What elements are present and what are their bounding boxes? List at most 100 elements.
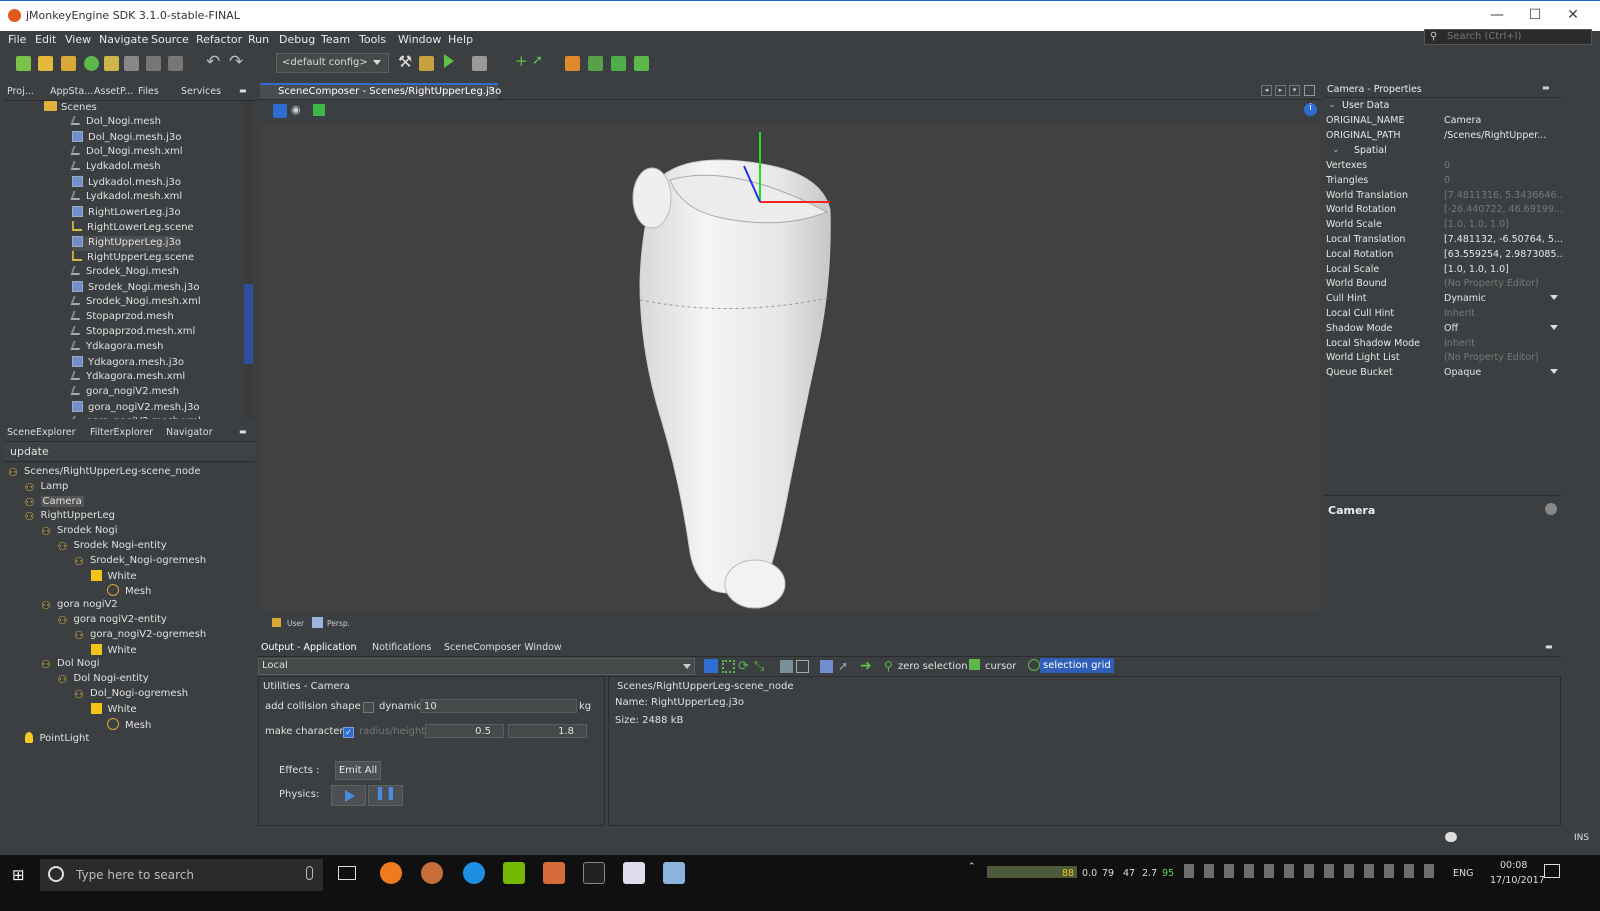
file-tree-scrollbar[interactable] xyxy=(244,101,253,419)
folder-scenes[interactable]: Scenes xyxy=(44,101,97,116)
section-spatial[interactable]: Spatial xyxy=(1354,145,1387,156)
menu-view[interactable]: View xyxy=(65,33,91,46)
property-row[interactable]: World Scale [1.0, 1.0, 1.0] xyxy=(1326,217,1562,232)
cursor-button[interactable]: cursor xyxy=(985,661,1016,672)
property-row[interactable]: ORIGINAL_PATH/Scenes/RightUpper... xyxy=(1326,128,1562,143)
blender-icon[interactable] xyxy=(380,862,402,884)
undo-icon[interactable]: ↶ xyxy=(206,52,220,72)
clock-date[interactable]: 17/10/2017 xyxy=(1490,875,1545,886)
file-item[interactable]: gora_nogiV2.mesh.j3o xyxy=(72,401,200,416)
tab-assetpacks[interactable]: AssetP... xyxy=(94,86,133,97)
tab-left-icon[interactable]: ◂ xyxy=(1261,85,1272,96)
file-item[interactable]: Ydkagora.mesh xyxy=(70,341,164,356)
property-row[interactable]: Triangles 0 xyxy=(1326,173,1562,188)
property-value[interactable]: Opaque xyxy=(1444,367,1562,378)
scale-tool-icon[interactable]: ⤡ xyxy=(754,659,764,674)
maximize-editor-icon[interactable] xyxy=(1304,85,1315,96)
download-icon[interactable] xyxy=(84,56,99,71)
property-value[interactable]: (No Property Editor) xyxy=(1444,278,1562,289)
maximize-button[interactable]: ☐ xyxy=(1520,7,1550,23)
file-item[interactable]: gora_nogiV2.mesh xyxy=(70,386,179,401)
property-row[interactable]: World Light List (No Property Editor) xyxy=(1326,350,1562,365)
close-button[interactable]: ✕ xyxy=(1558,7,1588,23)
tab-notifications[interactable]: Notifications xyxy=(372,642,431,653)
eye-icon[interactable]: ◉ xyxy=(291,103,301,116)
scene-tree-node[interactable]: Mesh xyxy=(107,584,151,599)
mode-select[interactable]: Local xyxy=(258,658,695,675)
menu-help[interactable]: Help xyxy=(448,33,473,46)
scene-tree-node[interactable]: ⚇ gora nogiV2-entity xyxy=(58,614,167,629)
tray-overflow-icon[interactable]: ⌃ xyxy=(968,862,976,872)
save-icon[interactable] xyxy=(146,56,161,71)
3d-viewport[interactable] xyxy=(262,122,1320,612)
physics-play-button[interactable] xyxy=(331,785,366,806)
scrollbar-thumb[interactable] xyxy=(244,284,253,364)
menu-source[interactable]: Source xyxy=(151,33,189,46)
menu-window[interactable]: Window xyxy=(398,33,441,46)
scene-tree-node[interactable]: ⚇ Dol Nogi xyxy=(41,658,100,673)
property-value[interactable]: /Scenes/RightUpper... xyxy=(1444,130,1562,141)
property-row[interactable]: Vertexes 0 xyxy=(1326,158,1562,173)
tab-appstates[interactable]: AppSta... xyxy=(50,86,93,97)
file-item[interactable]: Dol_Nogi.mesh xyxy=(70,116,161,131)
tab-files[interactable]: Files xyxy=(138,86,159,97)
notification-icon[interactable] xyxy=(1445,832,1457,842)
menu-team[interactable]: Team xyxy=(321,33,350,46)
menu-navigate[interactable]: Navigate xyxy=(99,33,148,46)
file-item[interactable]: Ydkagora.mesh.j3o xyxy=(72,356,184,371)
collapse-icon[interactable]: ⌄ xyxy=(1332,145,1340,155)
task-view-icon[interactable] xyxy=(338,866,356,880)
skype-icon[interactable] xyxy=(463,862,485,884)
debug-icon[interactable] xyxy=(472,56,487,71)
menu-refactor[interactable]: Refactor xyxy=(196,33,242,46)
physics-pause-button[interactable]: ❚❚ xyxy=(368,785,403,806)
heightmap-icon[interactable] xyxy=(611,56,626,71)
file-item[interactable]: Stopaprzod.mesh xyxy=(70,311,174,326)
windows-start-icon[interactable]: ⊞ xyxy=(12,866,25,884)
light-toggle-icon[interactable] xyxy=(273,104,287,118)
action-center-icon[interactable] xyxy=(1544,864,1560,878)
collision-checkbox[interactable] xyxy=(363,702,374,713)
grid-snap-icon[interactable] xyxy=(796,660,809,673)
property-value[interactable]: [7.4811316, 5.3436646... xyxy=(1444,190,1562,201)
minimize-panel-icon[interactable]: ▬ xyxy=(239,427,247,436)
jmonkey-icon[interactable] xyxy=(421,862,443,884)
file-item[interactable]: Dol_Nogi.mesh.j3o xyxy=(72,131,181,146)
menu-file[interactable]: File xyxy=(8,33,26,46)
move-tool-icon[interactable] xyxy=(722,660,735,673)
cube-toggle-icon[interactable] xyxy=(313,104,325,116)
property-row[interactable]: Local Scale [1.0, 1.0, 1.0] xyxy=(1326,262,1562,277)
property-value[interactable]: 0 xyxy=(1444,160,1562,171)
clean-build-icon[interactable] xyxy=(419,56,434,71)
new-file-icon[interactable] xyxy=(16,56,31,71)
close-tab-icon[interactable]: × xyxy=(487,85,495,96)
scene-tree-node[interactable]: PointLight xyxy=(24,732,89,747)
selection-grid-toggle[interactable]: selection grid xyxy=(1040,658,1114,673)
property-row[interactable]: Local Cull Hint Inherit xyxy=(1326,306,1562,321)
file-item[interactable]: Srodek_Nogi.mesh xyxy=(70,266,179,281)
menu-run[interactable]: Run xyxy=(248,33,269,46)
photos-icon[interactable] xyxy=(623,862,645,884)
collapse-icon[interactable]: ⌄ xyxy=(1328,100,1336,110)
add-icon[interactable]: + xyxy=(515,52,528,70)
property-value[interactable]: [7.481132, -6.50764, 5.... xyxy=(1444,234,1562,245)
file-item[interactable]: Srodek_Nogi.mesh.j3o xyxy=(72,281,199,296)
property-value[interactable]: Dynamic xyxy=(1444,293,1562,304)
microphone-icon[interactable] xyxy=(306,866,313,880)
chevron-down-icon[interactable] xyxy=(1550,295,1558,300)
scene-tree-node[interactable]: White xyxy=(90,643,137,659)
update-button[interactable]: update xyxy=(10,445,49,458)
tab-list-icon[interactable]: ▾ xyxy=(1289,85,1300,96)
tab-right-icon[interactable]: ▸ xyxy=(1275,85,1286,96)
property-value[interactable]: [-26.440722, 46.69199... xyxy=(1444,204,1562,215)
chevron-down-icon[interactable] xyxy=(1550,369,1558,374)
scene-tree-node[interactable]: Mesh xyxy=(107,717,151,733)
tab-projects[interactable]: Proj... xyxy=(7,86,34,97)
nvidia-icon[interactable] xyxy=(503,862,525,884)
file-item[interactable]: Stopaprzod.mesh.xml xyxy=(70,326,195,341)
save-all-icon[interactable] xyxy=(168,56,183,71)
property-row[interactable]: Cull Hint Dynamic xyxy=(1326,291,1562,306)
winrar-icon[interactable] xyxy=(543,862,565,884)
tab-services[interactable]: Services xyxy=(181,86,221,97)
scene-tree-node[interactable]: ⚇ Camera xyxy=(25,495,84,511)
